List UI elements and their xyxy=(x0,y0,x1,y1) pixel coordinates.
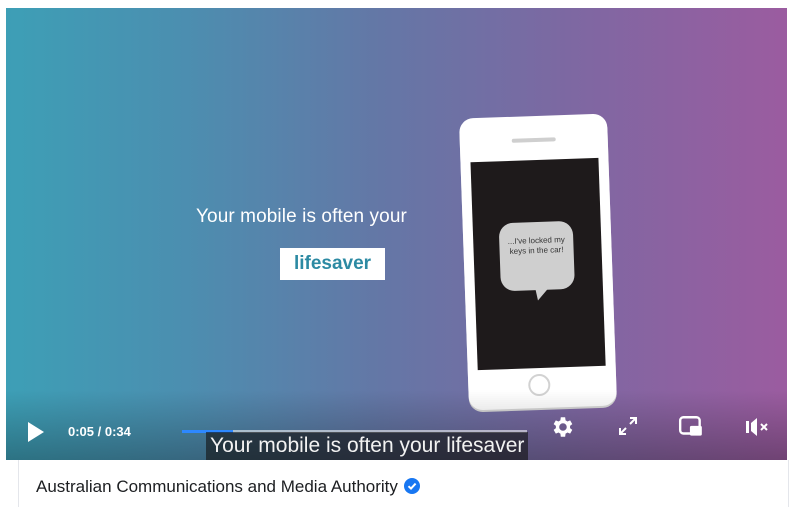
muted-volume-icon[interactable] xyxy=(744,414,772,442)
player-controls: 0:05 / 0:34 Your mobile is often your li… xyxy=(6,408,787,460)
phone-illustration: ...I've locked my keys in the car! xyxy=(458,113,618,411)
phone-speaker xyxy=(511,137,556,143)
video-player[interactable]: Your mobile is often your lifesaver ...I… xyxy=(6,8,787,460)
fullscreen-icon[interactable] xyxy=(616,414,644,442)
video-highlight-word: lifesaver xyxy=(280,248,385,280)
verified-badge-icon xyxy=(403,478,420,494)
speech-bubble-tail xyxy=(532,283,551,302)
video-info-panel: Australian Communications and Media Auth… xyxy=(18,460,789,507)
page: Your mobile is often your lifesaver ...I… xyxy=(0,0,795,507)
settings-gear-icon[interactable] xyxy=(549,414,577,442)
time-display: 0:05 / 0:34 xyxy=(68,424,131,439)
phone-screen: ...I've locked my keys in the car! xyxy=(470,157,606,371)
play-icon[interactable] xyxy=(28,422,44,442)
channel-name[interactable]: Australian Communications and Media Auth… xyxy=(36,477,398,496)
picture-in-picture-icon[interactable] xyxy=(678,414,706,442)
speech-bubble: ...I've locked my keys in the car! xyxy=(498,220,575,292)
video-headline-text: Your mobile is often your xyxy=(196,206,407,227)
closed-caption: Your mobile is often your lifesaver xyxy=(206,432,529,460)
channel-name-row[interactable]: Australian Communications and Media Auth… xyxy=(36,477,420,497)
